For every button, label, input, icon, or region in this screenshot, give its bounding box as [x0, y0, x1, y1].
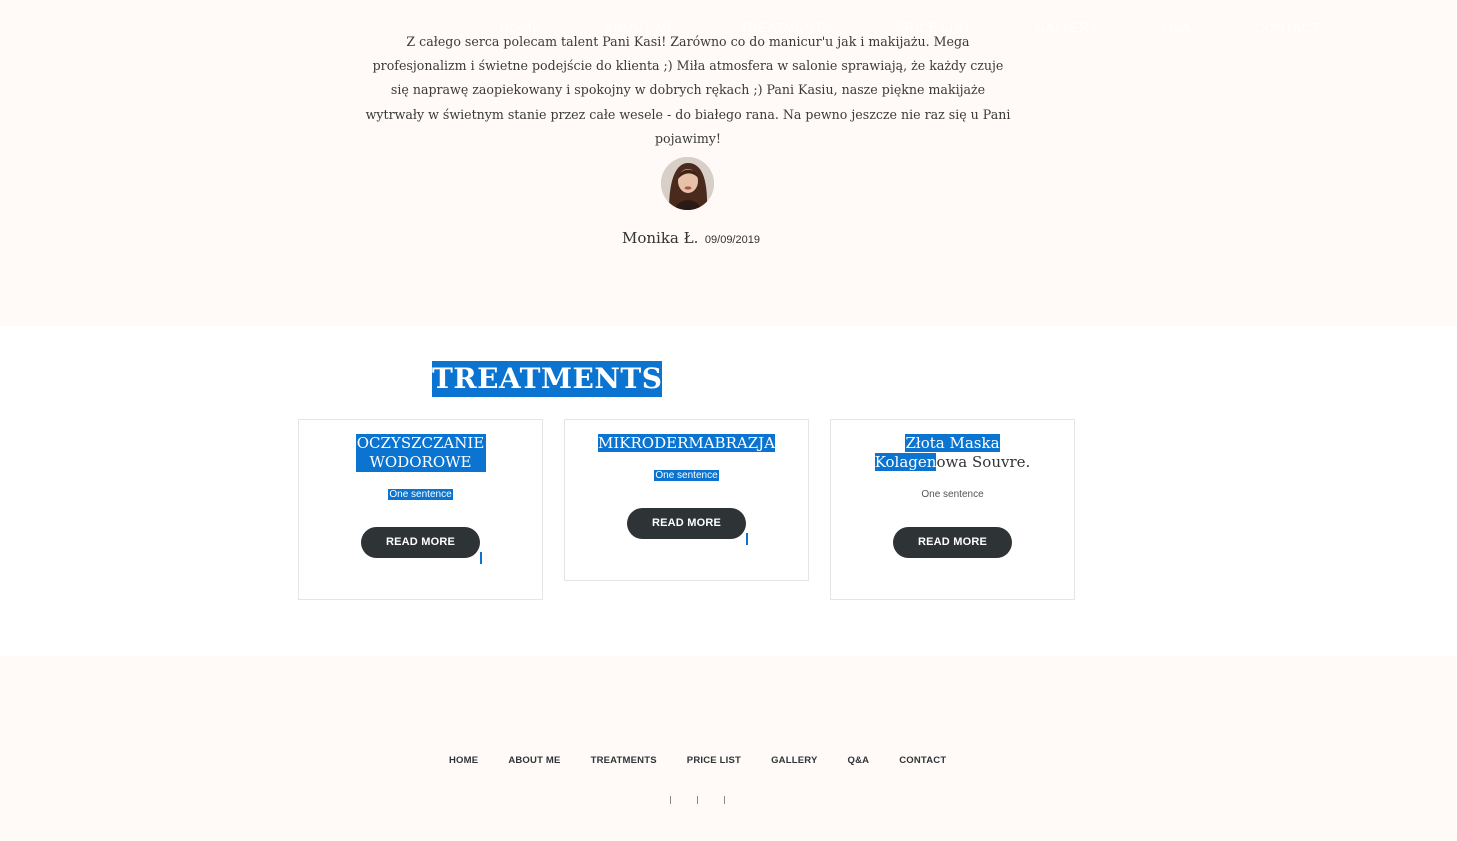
social-icon[interactable]: [724, 796, 725, 804]
card-subtitle: One sentence: [921, 489, 984, 500]
author-name: Monika Ł.: [622, 229, 699, 247]
read-more-button[interactable]: READ MORE: [893, 527, 1012, 558]
author-avatar: [661, 157, 714, 210]
testimonial-section: Z całego serca polecam talent Pani Kasi!…: [0, 0, 1457, 326]
card-subtitle: One sentence: [299, 489, 542, 500]
treatment-card: Złota Maska Kolagenowa Souvre. One sente…: [830, 419, 1075, 600]
footer: HOME ABOUT ME TREATMENTS PRICE LIST GALL…: [0, 656, 1457, 841]
footer-nav-contact[interactable]: CONTACT: [899, 755, 946, 766]
header-nav-home[interactable]: HOME: [500, 20, 541, 40]
footer-nav-treatments[interactable]: TREATMENTS: [591, 755, 657, 766]
footer-nav: HOME ABOUT ME TREATMENTS PRICE LIST GALL…: [449, 755, 946, 766]
header-nav-gallery[interactable]: GALLERY: [1035, 20, 1098, 40]
treatment-card: OCZYSZCZANIE WODOROWE One sentence READ …: [298, 419, 543, 600]
footer-nav-price-list[interactable]: PRICE LIST: [687, 755, 741, 766]
card-title-text: MIKRODERMABRAZJA: [598, 434, 775, 452]
footer-nav-about[interactable]: ABOUT ME: [508, 755, 560, 766]
social-icon[interactable]: [670, 796, 671, 804]
treatments-section: TREATMENTS OCZYSZCZANIE WODOROWE One sen…: [0, 326, 1457, 656]
card-subtitle: One sentence: [565, 470, 808, 481]
header-nav: HOME ABOUT ME TREATMENTS PRICE LIST GALL…: [500, 20, 1320, 40]
testimonial-author: Monika Ł. 09/09/2019: [622, 229, 760, 248]
card-title-text: OCZYSZCZANIE WODOROWE: [355, 434, 486, 472]
footer-nav-qa[interactable]: Q&A: [848, 755, 870, 766]
card-subtitle-text: One sentence: [654, 470, 719, 481]
footer-nav-home[interactable]: HOME: [449, 755, 478, 766]
treatment-card: MIKRODERMABRAZJA One sentence READ MORE: [564, 419, 809, 581]
read-more-button[interactable]: READ MORE: [361, 527, 480, 558]
card-title-rest: owa Souvre.: [936, 453, 1031, 471]
footer-nav-gallery[interactable]: GALLERY: [771, 755, 817, 766]
header-nav-qa[interactable]: Q&A: [1162, 20, 1191, 40]
card-title: OCZYSZCZANIE WODOROWE: [299, 434, 542, 472]
card-title: MIKRODERMABRAZJA: [565, 434, 808, 453]
read-more-button[interactable]: READ MORE: [627, 508, 746, 539]
card-title: Złota Maska Kolagenowa Souvre.: [831, 434, 1074, 472]
social-icons: [670, 796, 751, 804]
testimonial-quote: Z całego serca polecam talent Pani Kasi!…: [365, 34, 1011, 146]
text-caret: [480, 552, 482, 564]
card-subtitle-text: One sentence: [388, 489, 453, 500]
social-icon[interactable]: [697, 796, 698, 804]
header-nav-contact[interactable]: CONTACT: [1255, 20, 1320, 40]
header-nav-about[interactable]: ABOUT ME: [605, 20, 677, 40]
text-caret: [746, 533, 748, 545]
testimonial-date: 09/09/2019: [704, 234, 760, 246]
section-title: TREATMENTS: [432, 361, 663, 397]
header-nav-treatments[interactable]: TREATMENTS: [740, 20, 832, 40]
header-nav-price-list[interactable]: PRICE LIST: [896, 20, 972, 40]
